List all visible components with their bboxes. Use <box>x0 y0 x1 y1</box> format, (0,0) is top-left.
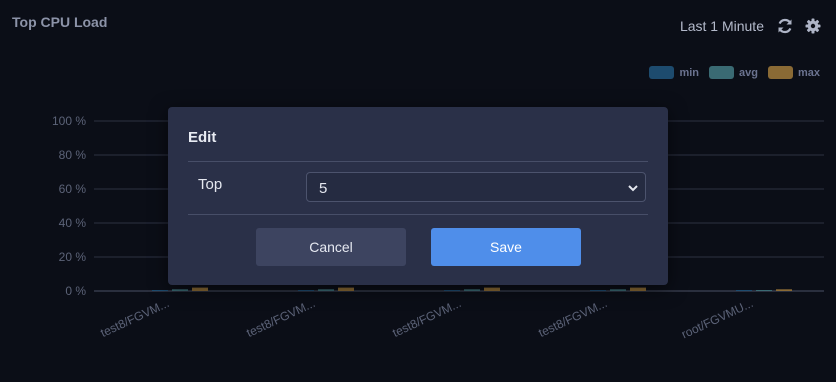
top-select-value: 5 <box>319 180 328 197</box>
dialog-divider-bottom <box>188 214 648 215</box>
dialog-divider-top <box>188 161 648 162</box>
cancel-button[interactable]: Cancel <box>256 228 406 266</box>
dialog-title: Edit <box>188 129 217 146</box>
save-button[interactable]: Save <box>431 228 581 266</box>
top-select[interactable]: 5 <box>306 172 646 202</box>
top-field-label: Top <box>198 176 223 193</box>
cpu-load-widget: Top CPU Load Last 1 Minute min avg max 1… <box>0 0 836 382</box>
edit-dialog: Edit Top 5 Cancel Save <box>168 107 668 285</box>
chevron-down-icon <box>628 185 638 192</box>
